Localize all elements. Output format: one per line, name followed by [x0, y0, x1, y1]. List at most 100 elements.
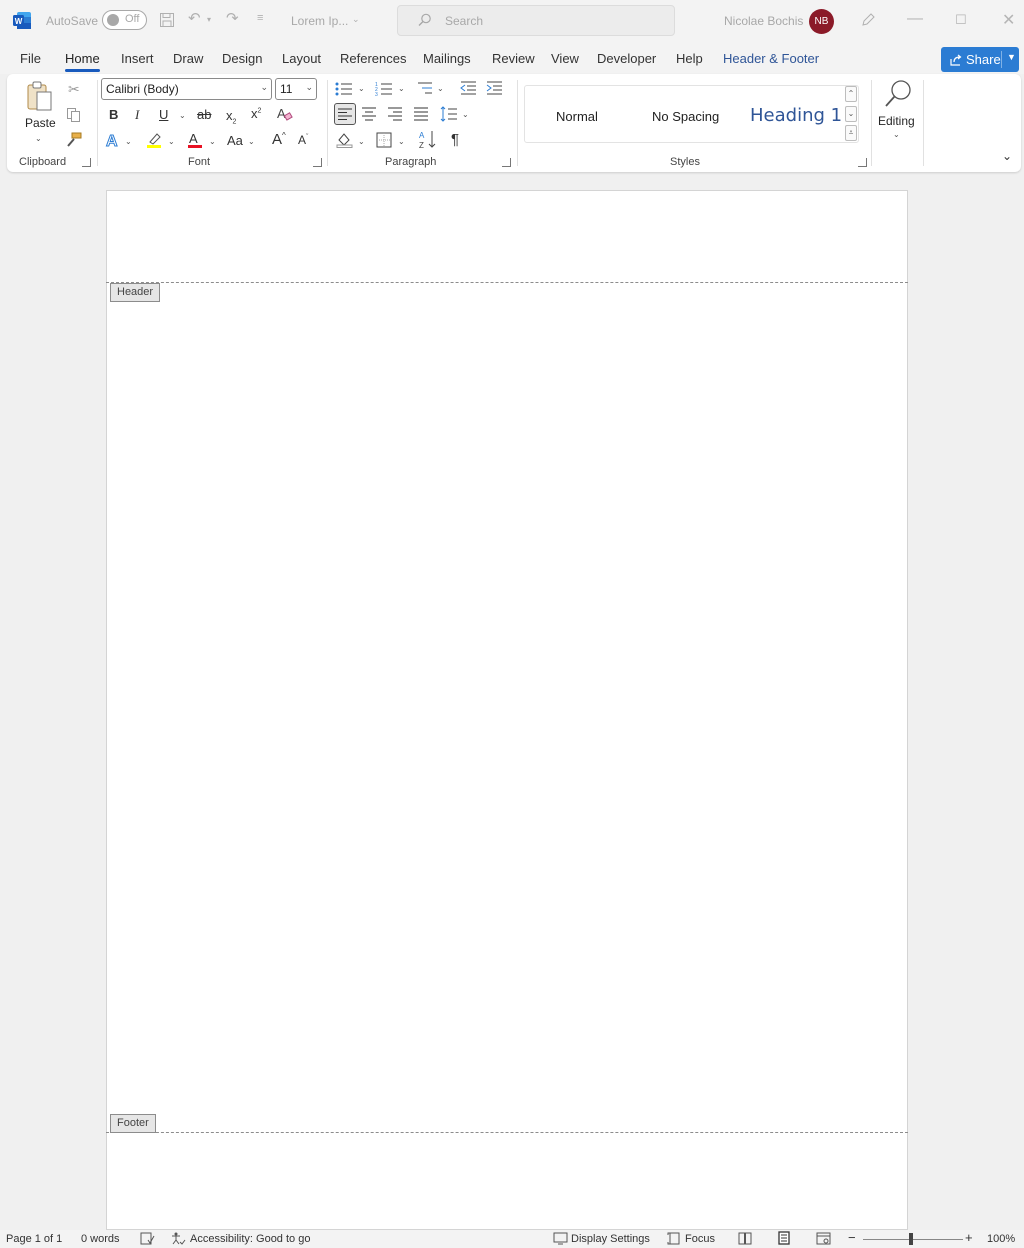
proofing-icon[interactable] [140, 1232, 155, 1245]
highlight-icon[interactable] [145, 131, 163, 149]
zoom-slider-track[interactable] [863, 1239, 963, 1240]
copy-icon[interactable] [66, 107, 82, 123]
font-color-icon[interactable]: A [187, 131, 203, 149]
tab-mailings[interactable]: Mailings [423, 51, 471, 66]
close-icon[interactable]: ✕ [1002, 10, 1015, 30]
redo-icon[interactable]: ↷ [226, 11, 239, 26]
font-launcher-icon[interactable] [313, 158, 322, 167]
zoom-slider-thumb[interactable] [909, 1233, 913, 1245]
styles-scroll-down-icon[interactable]: ⌄ [845, 106, 857, 122]
minimize-icon[interactable]: — [907, 10, 923, 28]
title-chevron-down-icon[interactable]: ⌄ [352, 15, 360, 24]
share-button[interactable]: Share ▼ [941, 47, 1019, 72]
italic-button[interactable]: I [135, 108, 139, 121]
print-layout-icon[interactable] [777, 1231, 791, 1245]
justify-icon[interactable] [413, 107, 429, 121]
strikethrough-button[interactable]: ab [197, 108, 211, 121]
word-count[interactable]: 0 words [81, 1233, 120, 1245]
editing-chevron-down-icon[interactable]: ⌄ [893, 130, 900, 139]
line-spacing-chevron-down-icon[interactable]: ⌄ [462, 110, 469, 119]
tab-view[interactable]: View [551, 51, 579, 66]
read-mode-icon[interactable] [738, 1232, 752, 1245]
tab-draw[interactable]: Draw [173, 51, 203, 66]
styles-more-icon[interactable]: ⩡ [845, 125, 857, 141]
page-count[interactable]: Page 1 of 1 [6, 1233, 62, 1245]
borders-icon[interactable] [376, 132, 392, 148]
subscript-icon[interactable]: x2 [226, 109, 236, 125]
bullets-chevron-down-icon[interactable]: ⌄ [358, 84, 365, 93]
font-size-combo[interactable]: 11 ⌄ [275, 78, 317, 100]
cut-icon[interactable]: ✂ [68, 82, 80, 96]
shading-chevron-down-icon[interactable]: ⌄ [358, 137, 365, 146]
customize-toolbar-icon[interactable]: ≡ [257, 13, 263, 24]
text-effects-icon[interactable]: A [105, 132, 121, 149]
autosave-toggle[interactable]: Off [102, 10, 147, 30]
style-no-spacing[interactable]: No Spacing [652, 109, 719, 124]
shading-icon[interactable] [336, 131, 353, 148]
grow-font-button[interactable]: A^ [272, 132, 286, 148]
focus-icon[interactable] [667, 1232, 681, 1245]
user-name[interactable]: Nicolae Bochis [724, 14, 803, 28]
zoom-in-icon[interactable]: + [965, 1230, 973, 1245]
tab-home[interactable]: Home [65, 51, 100, 72]
document-page[interactable] [106, 190, 908, 1230]
tab-help[interactable]: Help [676, 51, 703, 66]
numbering-chevron-down-icon[interactable]: ⌄ [398, 84, 405, 93]
tab-design[interactable]: Design [222, 51, 262, 66]
underline-chevron-down-icon[interactable]: ⌄ [179, 111, 186, 120]
styles-launcher-icon[interactable] [858, 158, 867, 167]
line-spacing-icon[interactable] [440, 106, 458, 122]
find-icon[interactable] [883, 79, 913, 109]
font-color-chevron-down-icon[interactable]: ⌄ [209, 137, 216, 146]
decrease-indent-icon[interactable] [460, 81, 477, 95]
web-layout-icon[interactable] [816, 1232, 831, 1245]
display-settings-button[interactable]: Display Settings [571, 1233, 650, 1245]
bullets-icon[interactable] [335, 82, 353, 96]
bold-button[interactable]: B [109, 108, 118, 121]
pen-icon[interactable] [860, 12, 876, 28]
tab-developer[interactable]: Developer [597, 51, 656, 66]
maximize-icon[interactable]: ☐ [955, 12, 967, 28]
accessibility-status[interactable]: Accessibility: Good to go [190, 1233, 310, 1245]
align-right-icon[interactable] [387, 107, 403, 121]
style-heading-1[interactable]: Heading 1 [750, 105, 842, 126]
format-painter-icon[interactable] [65, 132, 82, 148]
show-formatting-marks-button[interactable]: ¶ [451, 132, 459, 147]
header-tag[interactable]: Header [110, 283, 161, 302]
zoom-out-icon[interactable]: − [848, 1230, 856, 1245]
ribbon-collapse-icon[interactable]: ⌄ [1002, 150, 1012, 162]
document-title[interactable]: Lorem Ip... [291, 14, 348, 28]
change-case-button[interactable]: Aa [227, 134, 243, 147]
styles-scroll-up-icon[interactable]: ⌃ [845, 86, 857, 102]
zoom-level[interactable]: 100% [987, 1233, 1015, 1245]
style-normal[interactable]: Normal [556, 109, 598, 124]
undo-icon[interactable]: ↶ [188, 11, 201, 26]
paste-label[interactable]: Paste [25, 116, 56, 130]
clipboard-launcher-icon[interactable] [82, 158, 91, 167]
avatar[interactable]: NB [809, 9, 834, 34]
tab-file[interactable]: File [20, 51, 41, 66]
sort-icon[interactable]: AZ [419, 130, 436, 149]
change-case-chevron-down-icon[interactable]: ⌄ [248, 137, 255, 146]
font-size-chevron-down-icon[interactable]: ⌄ [305, 82, 313, 93]
tab-review[interactable]: Review [492, 51, 535, 66]
footer-tag[interactable]: Footer [110, 1114, 156, 1133]
display-settings-icon[interactable] [553, 1232, 568, 1245]
multilevel-list-icon[interactable] [416, 81, 434, 96]
tab-layout[interactable]: Layout [282, 51, 321, 66]
highlight-chevron-down-icon[interactable]: ⌄ [168, 137, 175, 146]
shrink-font-button[interactable]: Aˇ [298, 134, 308, 146]
tab-insert[interactable]: Insert [121, 51, 154, 66]
share-chevron-down-icon[interactable]: ▼ [1007, 52, 1016, 62]
paragraph-launcher-icon[interactable] [502, 158, 511, 167]
word-app-icon[interactable]: W [13, 12, 31, 29]
save-icon[interactable] [159, 12, 175, 28]
font-name-combo[interactable]: Calibri (Body) ⌄ [101, 78, 272, 100]
focus-button[interactable]: Focus [685, 1233, 715, 1245]
paste-chevron-down-icon[interactable]: ⌄ [35, 134, 42, 143]
superscript-icon[interactable]: x2 [251, 107, 261, 120]
align-left-button[interactable] [334, 103, 356, 125]
search-box[interactable]: Search [397, 5, 675, 36]
multilevel-chevron-down-icon[interactable]: ⌄ [437, 84, 444, 93]
font-name-chevron-down-icon[interactable]: ⌄ [260, 82, 268, 93]
